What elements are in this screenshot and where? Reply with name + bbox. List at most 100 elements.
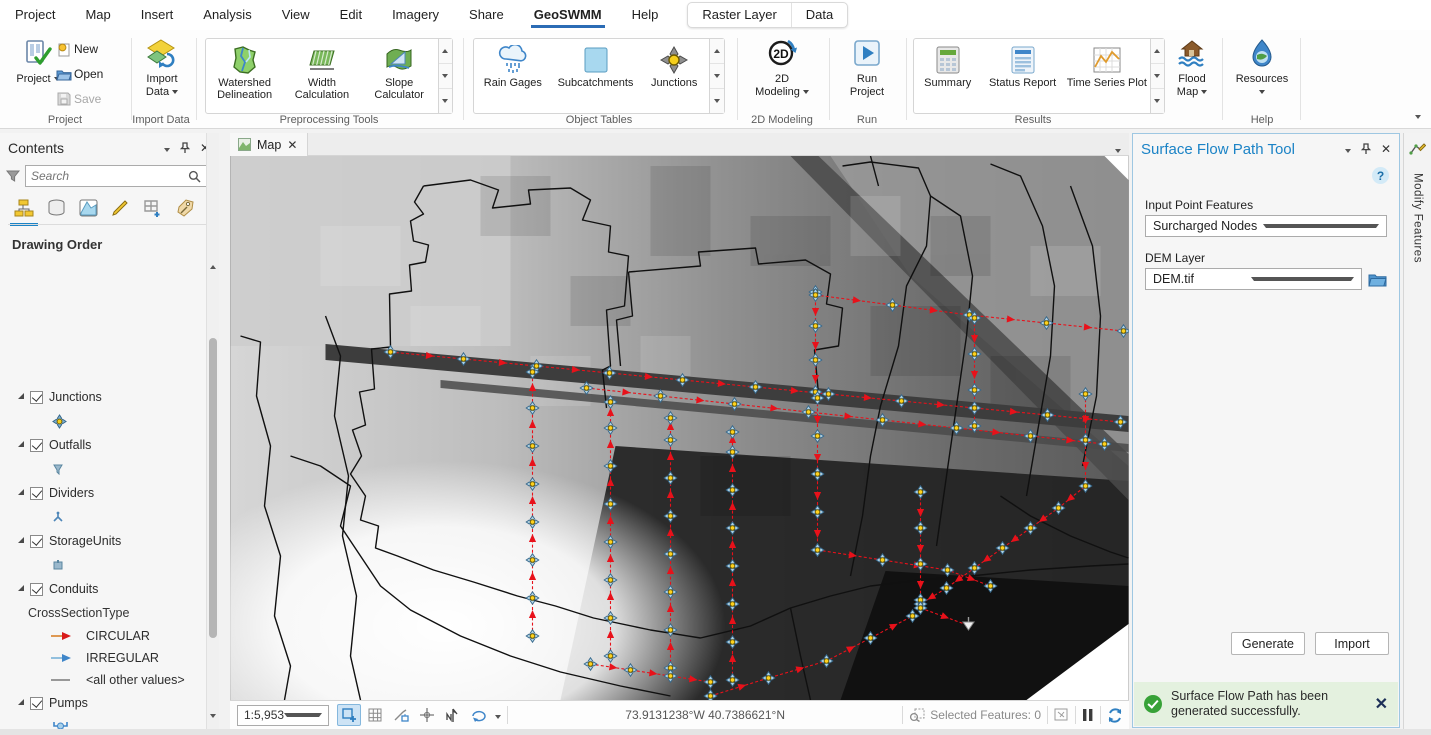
outfalls-checkbox[interactable] bbox=[30, 439, 43, 452]
browse-folder-icon[interactable] bbox=[1368, 272, 1387, 287]
list-by-labeling-icon[interactable] bbox=[176, 197, 195, 219]
tab-analysis[interactable]: Analysis bbox=[188, 0, 266, 30]
scroll-up-icon[interactable] bbox=[1151, 39, 1164, 64]
width-calculation-button[interactable]: WidthCalculation bbox=[283, 39, 360, 113]
scrollbar-thumb[interactable] bbox=[209, 338, 217, 638]
list-by-data-source-icon[interactable] bbox=[47, 197, 66, 219]
status-report-button[interactable]: Status Report bbox=[981, 39, 1063, 113]
storageunits-symbol[interactable] bbox=[0, 553, 205, 577]
legend-circular[interactable]: CIRCULAR bbox=[0, 625, 205, 647]
layer-pumps[interactable]: Pumps bbox=[0, 691, 205, 715]
north-arrow-button[interactable] bbox=[441, 704, 465, 726]
junctions-checkbox[interactable] bbox=[30, 391, 43, 404]
gallery-expand-icon[interactable] bbox=[439, 89, 452, 113]
layer-label[interactable]: StorageUnits bbox=[49, 534, 121, 548]
tab-edit[interactable]: Edit bbox=[325, 0, 377, 30]
toast-close-icon[interactable]: ✕ bbox=[1375, 694, 1388, 714]
list-by-selection-icon[interactable] bbox=[79, 197, 98, 219]
slope-calculator-button[interactable]: Slope Calculator bbox=[361, 39, 438, 113]
layer-label[interactable]: Junctions bbox=[49, 390, 102, 404]
layer-label[interactable]: Outfalls bbox=[49, 438, 91, 452]
scroll-up-icon[interactable] bbox=[210, 258, 216, 272]
tab-help[interactable]: Help bbox=[617, 0, 674, 30]
preprocessing-gallery-scroll[interactable] bbox=[438, 39, 452, 113]
tab-data[interactable]: Data bbox=[791, 2, 847, 28]
pumps-symbol[interactable] bbox=[0, 715, 205, 729]
scroll-up-icon[interactable] bbox=[439, 39, 452, 64]
storageunits-checkbox[interactable] bbox=[30, 535, 43, 548]
expander-icon[interactable] bbox=[18, 585, 24, 591]
gallery-expand-icon[interactable] bbox=[1151, 89, 1164, 113]
dividers-checkbox[interactable] bbox=[30, 487, 43, 500]
modify-features-tab[interactable]: Modify Features bbox=[1412, 173, 1424, 263]
legend-irregular[interactable]: IRREGULAR bbox=[0, 647, 205, 669]
scroll-down-icon[interactable] bbox=[210, 707, 216, 721]
dividers-symbol[interactable] bbox=[0, 505, 205, 529]
map-tab-close-icon[interactable]: ✕ bbox=[287, 138, 297, 152]
conduits-checkbox[interactable] bbox=[30, 583, 43, 596]
legend-other-values[interactable]: <all other values> bbox=[0, 669, 205, 691]
scroll-down-icon[interactable] bbox=[710, 64, 724, 89]
map-document-tab[interactable]: Map ✕ bbox=[230, 133, 308, 156]
junctions-symbol[interactable] bbox=[0, 409, 205, 433]
layer-label[interactable]: Conduits bbox=[49, 582, 98, 596]
2d-modeling-button[interactable]: 2D 2DModeling bbox=[750, 36, 814, 99]
pin-icon[interactable] bbox=[180, 142, 190, 154]
layer-label[interactable]: Dividers bbox=[49, 486, 94, 500]
scroll-up-icon[interactable] bbox=[710, 39, 724, 64]
panel-menu-chevron-icon[interactable] bbox=[1345, 142, 1351, 156]
dem-layer-combobox[interactable]: DEM.tif bbox=[1145, 268, 1362, 290]
expander-icon[interactable] bbox=[18, 699, 24, 705]
layer-outfalls[interactable]: Outfalls bbox=[0, 433, 205, 457]
outfalls-symbol[interactable] bbox=[0, 457, 205, 481]
map-tab-label[interactable]: Map bbox=[257, 138, 281, 152]
search-icon[interactable] bbox=[188, 170, 201, 183]
selected-features-icon[interactable] bbox=[909, 708, 925, 722]
scale-combobox[interactable]: 1:5,953 bbox=[237, 705, 329, 726]
pin-icon[interactable] bbox=[1361, 143, 1371, 155]
subcatchments-button[interactable]: Subcatchments bbox=[552, 39, 640, 113]
pause-drawing-icon[interactable] bbox=[1082, 708, 1094, 722]
tab-list-chevron-icon[interactable] bbox=[1115, 142, 1121, 156]
expander-icon[interactable] bbox=[18, 489, 24, 495]
junctions-button[interactable]: Junctions bbox=[639, 39, 709, 113]
watershed-delineation-button[interactable]: WatershedDelineation bbox=[206, 39, 283, 113]
panel-menu-chevron-icon[interactable] bbox=[164, 141, 170, 155]
layer-storageunits[interactable]: StorageUnits bbox=[0, 529, 205, 553]
snapping-button[interactable] bbox=[389, 704, 413, 726]
generate-button[interactable]: Generate bbox=[1231, 632, 1305, 655]
crosshair-button[interactable] bbox=[415, 704, 439, 726]
import-data-button[interactable]: ImportData bbox=[130, 36, 194, 99]
tab-raster-layer[interactable]: Raster Layer bbox=[688, 2, 790, 28]
layer-label[interactable]: Pumps bbox=[49, 696, 88, 710]
add-feature-button[interactable] bbox=[337, 704, 361, 726]
contents-scrollbar[interactable] bbox=[206, 133, 219, 729]
flood-map-button[interactable]: FloodMap bbox=[1166, 36, 1218, 99]
summary-button[interactable]: Summary bbox=[914, 39, 981, 113]
gallery-expand-icon[interactable] bbox=[710, 89, 724, 113]
input-point-features-combobox[interactable]: Surcharged Nodes bbox=[1145, 215, 1387, 237]
tab-project[interactable]: Project bbox=[0, 0, 70, 30]
run-project-button[interactable]: RunProject bbox=[835, 36, 899, 99]
status-more-chevron-icon[interactable] bbox=[495, 708, 501, 722]
tab-imagery[interactable]: Imagery bbox=[377, 0, 454, 30]
rotate-button[interactable] bbox=[467, 704, 491, 726]
list-by-snapping-icon[interactable] bbox=[143, 197, 163, 219]
layer-junctions[interactable]: Junctions bbox=[0, 385, 205, 409]
pumps-checkbox[interactable] bbox=[30, 697, 43, 710]
search-input[interactable] bbox=[31, 169, 188, 183]
layer-dividers[interactable]: Dividers bbox=[0, 481, 205, 505]
selection-box-icon[interactable] bbox=[1054, 708, 1069, 722]
time-series-plot-button[interactable]: Time Series Plot bbox=[1064, 39, 1150, 113]
help-icon[interactable]: ? bbox=[1372, 167, 1389, 184]
scroll-down-icon[interactable] bbox=[439, 64, 452, 89]
grid-button[interactable] bbox=[363, 704, 387, 726]
scroll-down-icon[interactable] bbox=[1151, 64, 1164, 89]
open-button[interactable]: Open bbox=[54, 63, 126, 85]
rain-gages-button[interactable]: Rain Gages bbox=[474, 39, 552, 113]
layer-conduits[interactable]: Conduits bbox=[0, 577, 205, 601]
new-button[interactable]: New bbox=[54, 38, 126, 60]
resources-button[interactable]: Resources bbox=[1230, 36, 1294, 99]
import-button[interactable]: Import bbox=[1315, 632, 1389, 655]
tab-view[interactable]: View bbox=[267, 0, 325, 30]
